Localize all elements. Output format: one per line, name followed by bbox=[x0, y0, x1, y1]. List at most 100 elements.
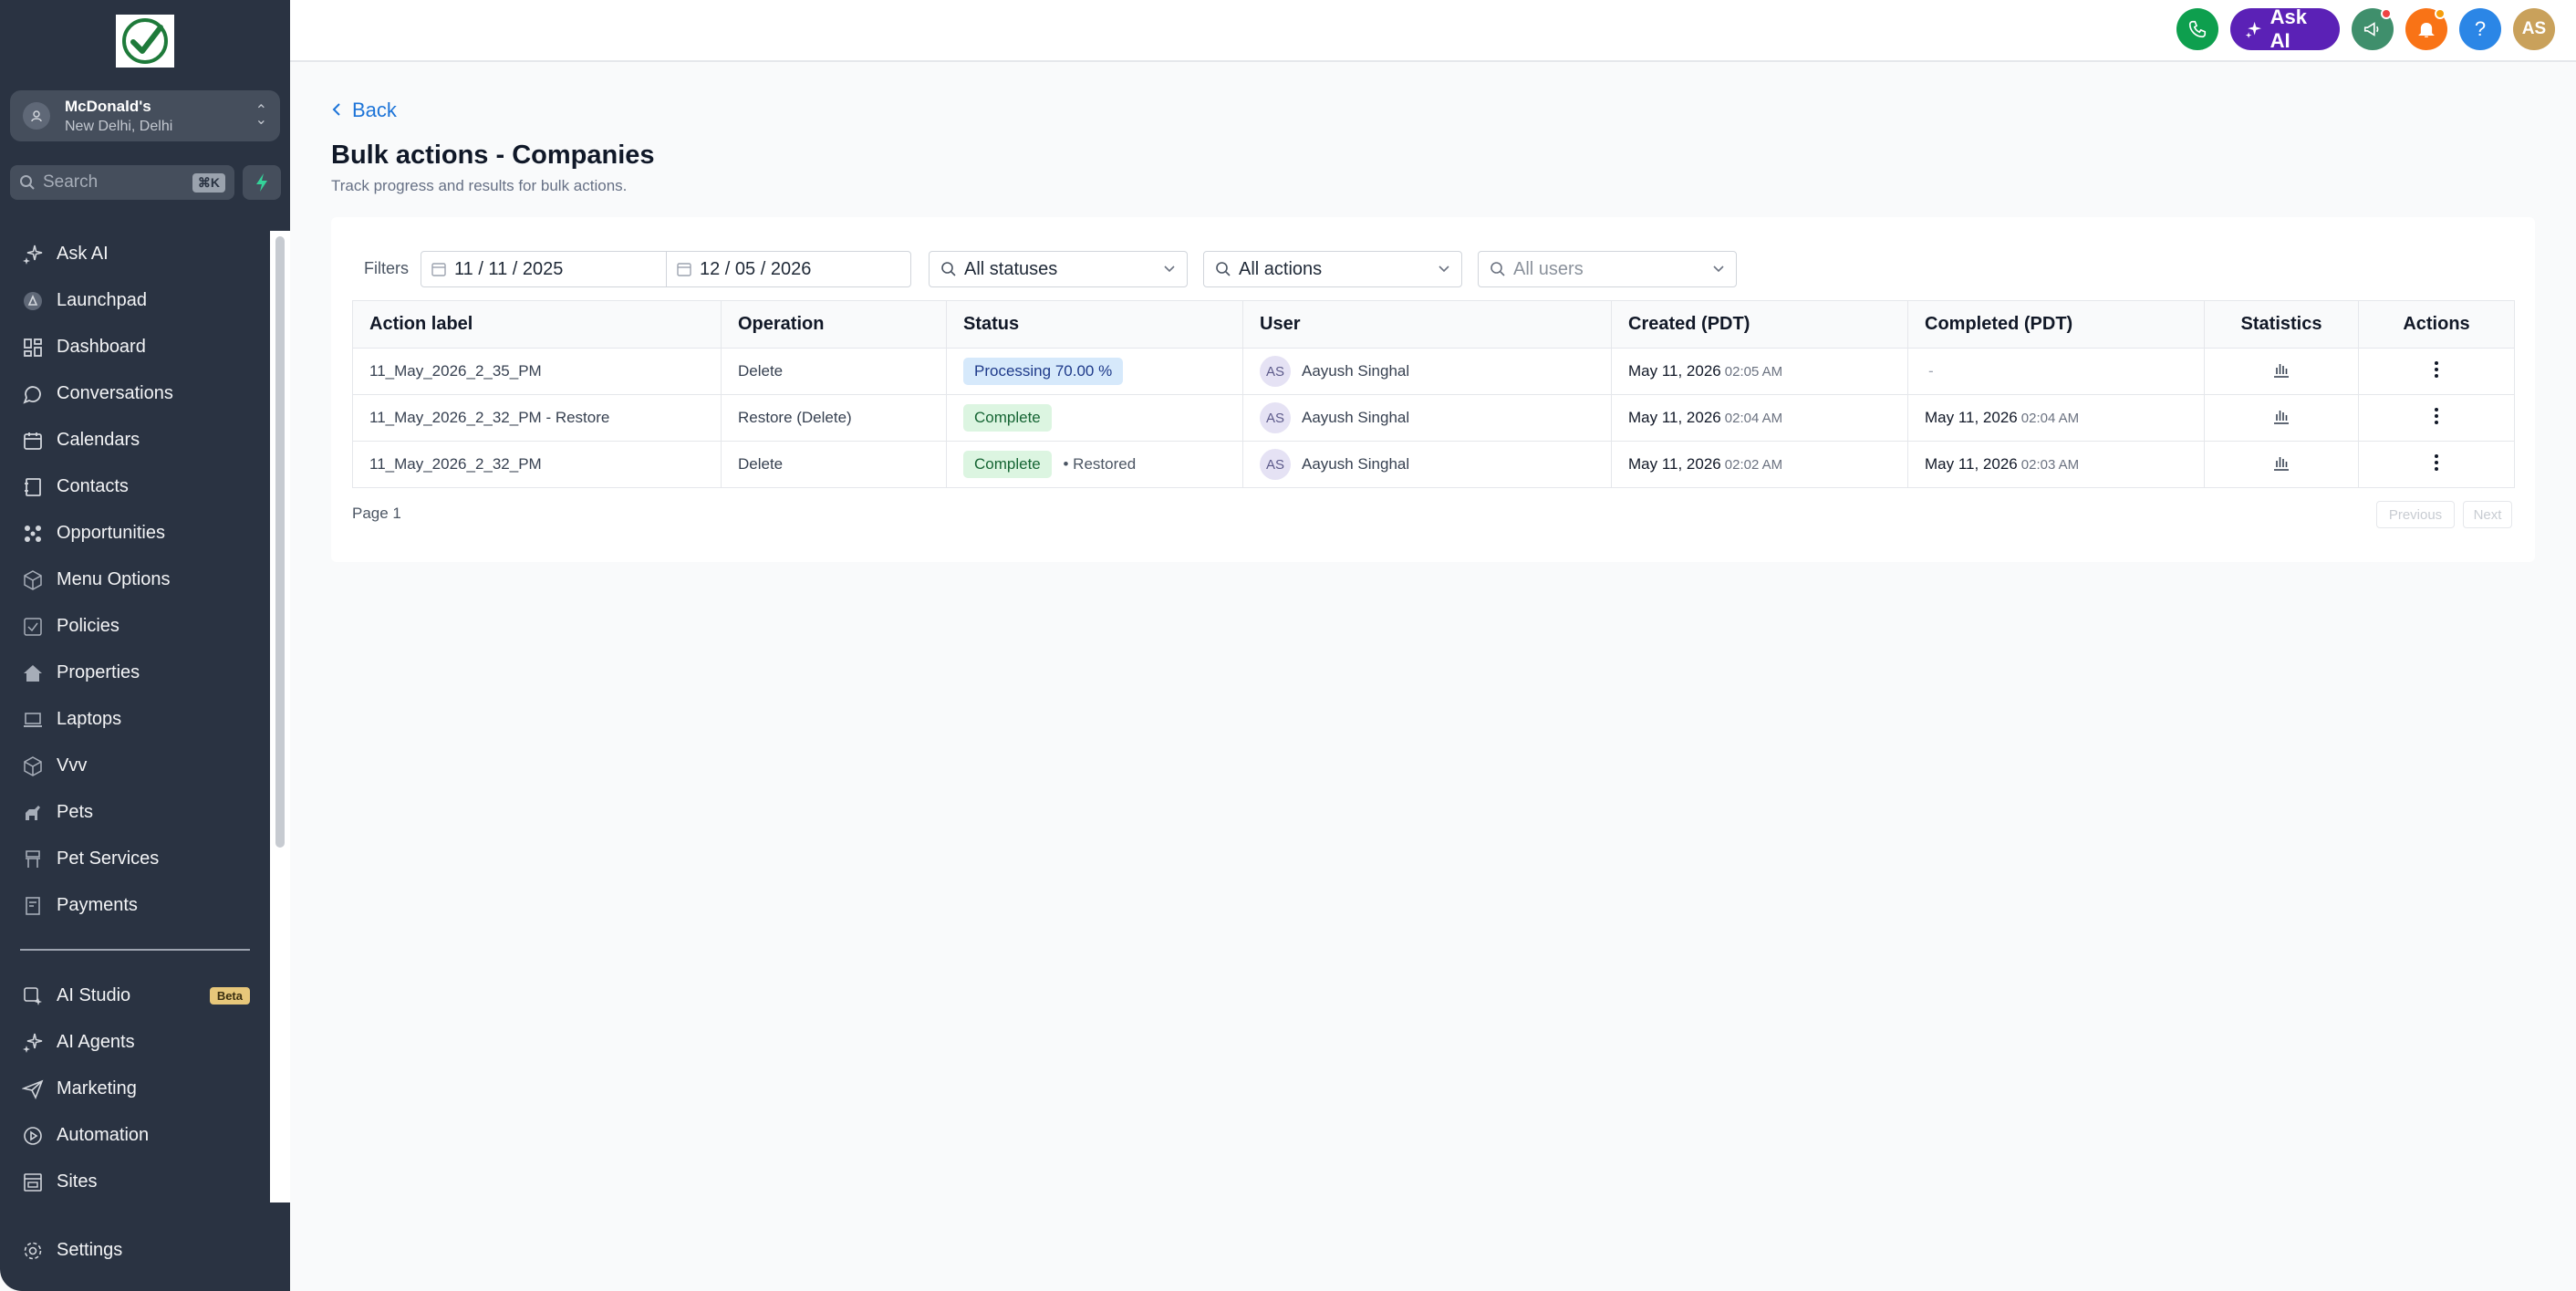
created-date: May 11, 2026 bbox=[1628, 455, 1721, 473]
page-subtitle: Track progress and results for bulk acti… bbox=[331, 177, 628, 194]
sidebar-item-conversations[interactable]: Conversations bbox=[0, 370, 270, 417]
location-icon bbox=[23, 102, 50, 130]
date-from[interactable]: 11 / 11 / 2025 bbox=[421, 252, 666, 286]
sidebar-item-policies[interactable]: Policies bbox=[0, 603, 270, 650]
created-cell: May 11, 2026 02:02 AM bbox=[1611, 441, 1908, 488]
operation-cell: Delete bbox=[721, 441, 947, 488]
col-header-operation[interactable]: Operation bbox=[721, 300, 947, 349]
table-row[interactable]: 11_May_2026_2_35_PM Delete Processing 70… bbox=[352, 348, 2515, 395]
actions-cell bbox=[2358, 394, 2515, 442]
sidebar-item-payments[interactable]: Payments bbox=[0, 882, 270, 929]
opportunities-icon bbox=[20, 521, 46, 547]
sidebar-search[interactable]: ⌘K bbox=[10, 165, 234, 200]
table-row[interactable]: 11_May_2026_2_32_PM Delete Complete • Re… bbox=[352, 441, 2515, 488]
sidebar-item-automation[interactable]: Automation bbox=[0, 1112, 270, 1159]
home-icon bbox=[20, 661, 46, 686]
phone-button[interactable] bbox=[2176, 8, 2218, 50]
sidebar-item-pet-services[interactable]: Pet Services bbox=[0, 836, 270, 882]
location-switcher[interactable]: McDonald's New Delhi, Delhi ⌃ ⌄ bbox=[10, 90, 280, 141]
col-header-actions[interactable]: Actions bbox=[2358, 300, 2515, 349]
sidebar-scrollbar[interactable] bbox=[270, 231, 290, 1203]
date-range-picker[interactable]: 11 / 11 / 2025 12 / 05 / 2026 bbox=[421, 251, 911, 287]
col-header-created[interactable]: Created (PDT) bbox=[1611, 300, 1908, 349]
more-vertical-icon[interactable] bbox=[2434, 453, 2439, 472]
location-subtitle: New Delhi, Delhi bbox=[65, 118, 173, 134]
sidebar-item-label: Pets bbox=[57, 802, 94, 822]
scroll-thumb[interactable] bbox=[275, 236, 285, 848]
status-filter[interactable]: All statuses bbox=[929, 251, 1188, 287]
sidebar-item-sites[interactable]: Sites bbox=[0, 1159, 270, 1205]
send-icon bbox=[20, 1077, 46, 1102]
more-vertical-icon[interactable] bbox=[2434, 407, 2439, 425]
back-link[interactable]: Back bbox=[332, 99, 397, 122]
megaphone-icon bbox=[2363, 22, 2379, 36]
chat-icon bbox=[20, 381, 46, 407]
bar-chart-icon[interactable] bbox=[2272, 408, 2290, 424]
sidebar-item-properties[interactable]: Properties bbox=[0, 650, 270, 696]
app-logo[interactable] bbox=[116, 15, 174, 68]
user-avatar[interactable]: AS bbox=[2513, 8, 2555, 50]
date-to[interactable]: 12 / 05 / 2026 bbox=[666, 252, 910, 286]
table-row[interactable]: 11_May_2026_2_32_PM - Restore Restore (D… bbox=[352, 394, 2515, 442]
actions-filter[interactable]: All actions bbox=[1203, 251, 1462, 287]
bulk-actions-table: Action label Operation Status User Creat… bbox=[352, 300, 2515, 488]
completed-date: May 11, 2026 bbox=[1925, 409, 2018, 426]
bulk-actions-card: Filters 11 / 11 / 2025 12 / 05 / 2026 Al… bbox=[331, 217, 2535, 562]
announcements-button[interactable] bbox=[2352, 8, 2394, 50]
actions-cell bbox=[2358, 441, 2515, 488]
previous-page-button[interactable]: Previous bbox=[2376, 501, 2455, 528]
cube-icon bbox=[20, 754, 46, 779]
sidebar-item-launchpad[interactable]: Launchpad bbox=[0, 277, 270, 324]
notifications-button[interactable] bbox=[2405, 8, 2447, 50]
statistics-cell bbox=[2204, 441, 2359, 488]
sidebar-item-label: Opportunities bbox=[57, 523, 165, 543]
sidebar-item-label: Ask AI bbox=[57, 244, 109, 264]
bar-chart-icon[interactable] bbox=[2272, 361, 2290, 378]
col-header-user[interactable]: User bbox=[1242, 300, 1612, 349]
search-input[interactable] bbox=[43, 172, 192, 193]
bolt-icon bbox=[256, 173, 267, 192]
bell-icon bbox=[2418, 22, 2435, 37]
sidebar-item-ai-agents[interactable]: AI Agents bbox=[0, 1019, 270, 1066]
ask-ai-label: Ask AI bbox=[2270, 5, 2307, 52]
notification-dot bbox=[2435, 8, 2446, 19]
sidebar-item-laptops[interactable]: Laptops bbox=[0, 696, 270, 743]
sidebar-item-vvv[interactable]: Vvv bbox=[0, 743, 270, 789]
bar-chart-icon[interactable] bbox=[2272, 454, 2290, 471]
sidebar-item-label: Marketing bbox=[57, 1078, 137, 1098]
sidebar-item-ask-ai[interactable]: Ask AI bbox=[0, 231, 270, 277]
sidebar-item-dashboard[interactable]: Dashboard bbox=[0, 324, 270, 370]
dashboard-icon bbox=[20, 335, 46, 360]
sidebar-item-pets[interactable]: Pets bbox=[0, 789, 270, 836]
ask-ai-button[interactable]: Ask AI bbox=[2230, 5, 2340, 52]
avatar: AS bbox=[1260, 402, 1291, 433]
help-icon: ? bbox=[2474, 17, 2487, 40]
sidebar-item-menu-options[interactable]: Menu Options bbox=[0, 557, 270, 603]
launchpad-icon bbox=[20, 288, 46, 314]
shortcut-badge: ⌘K bbox=[192, 172, 225, 193]
pet-icon bbox=[20, 800, 46, 826]
search-icon bbox=[20, 175, 35, 190]
automation-icon bbox=[20, 1123, 46, 1149]
search-icon bbox=[941, 262, 956, 276]
col-header-completed[interactable]: Completed (PDT) bbox=[1907, 300, 2205, 349]
sidebar-item-label: Automation bbox=[57, 1125, 150, 1145]
help-button[interactable]: ? bbox=[2459, 8, 2501, 50]
sidebar-item-contacts[interactable]: Contacts bbox=[0, 463, 270, 510]
sidebar-item-opportunities[interactable]: Opportunities bbox=[0, 510, 270, 557]
sidebar-item-settings[interactable]: Settings bbox=[0, 1227, 270, 1274]
col-header-status[interactable]: Status bbox=[946, 300, 1243, 349]
sidebar-item-marketing[interactable]: Marketing bbox=[0, 1066, 270, 1112]
sidebar-item-label: Vvv bbox=[57, 755, 88, 776]
sidebar-item-label: AI Studio bbox=[57, 985, 131, 1005]
next-page-button[interactable]: Next bbox=[2463, 501, 2512, 528]
completed-cell: - bbox=[1907, 348, 2205, 395]
col-header-action-label[interactable]: Action label bbox=[352, 300, 722, 349]
quick-action-button[interactable] bbox=[243, 165, 281, 200]
status-badge: Processing 70.00 % bbox=[963, 358, 1124, 385]
more-vertical-icon[interactable] bbox=[2434, 360, 2439, 379]
sidebar-item-calendars[interactable]: Calendars bbox=[0, 417, 270, 463]
sidebar-item-ai-studio[interactable]: AI Studio Beta bbox=[0, 973, 270, 1019]
col-header-statistics[interactable]: Statistics bbox=[2204, 300, 2359, 349]
users-filter[interactable]: All users bbox=[1478, 251, 1737, 287]
